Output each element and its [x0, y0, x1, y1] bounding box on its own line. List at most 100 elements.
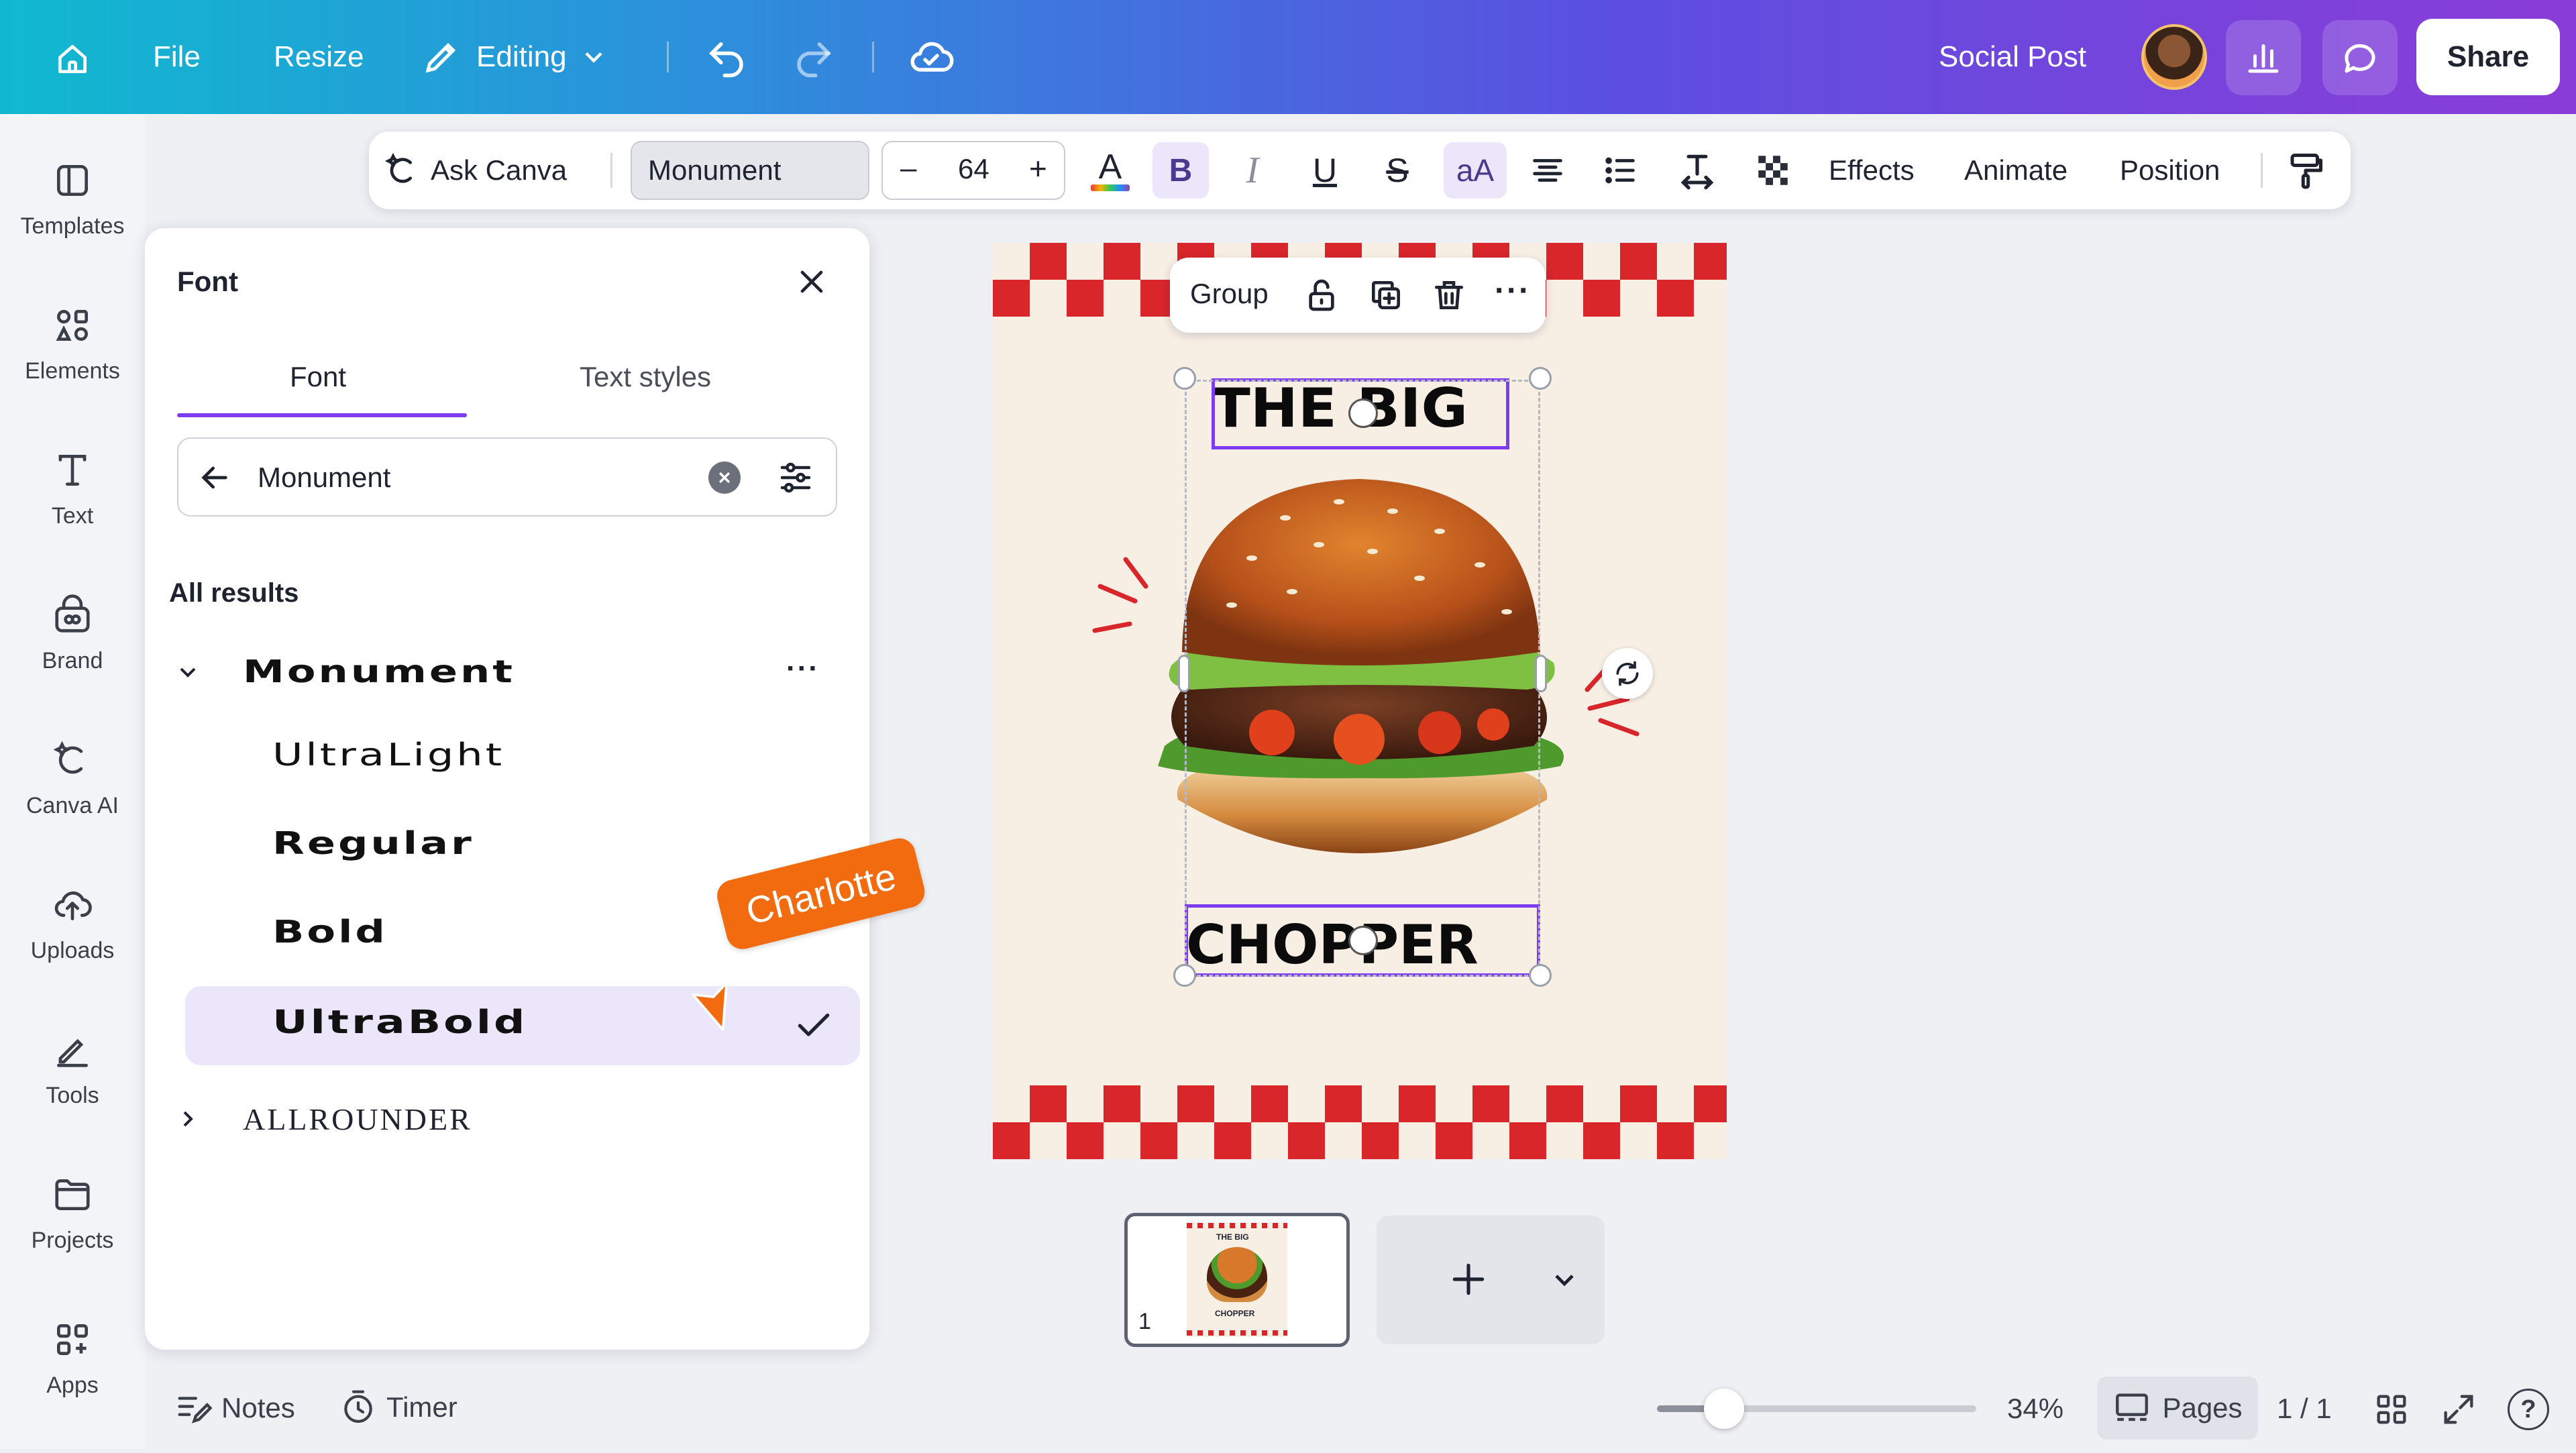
- trash-icon[interactable]: [1430, 276, 1468, 314]
- sidebar-item-elements[interactable]: Elements: [0, 305, 145, 439]
- zoom-slider[interactable]: [1657, 1389, 1976, 1429]
- font-weight-ultralight[interactable]: UltraLight: [272, 737, 504, 773]
- font-family-value: Monument: [648, 154, 782, 186]
- position-button[interactable]: Position: [2120, 131, 2220, 209]
- close-panel-button[interactable]: [793, 263, 830, 304]
- font-weight-ultrabold-row[interactable]: UltraBold: [185, 986, 860, 1065]
- increase-font-size-button[interactable]: +: [1029, 150, 1047, 186]
- bullet-list-icon: [1605, 157, 1635, 184]
- move-handle[interactable]: [1348, 926, 1378, 955]
- font-family-selector[interactable]: Monument: [631, 141, 869, 200]
- spacing-button[interactable]: [1672, 131, 1723, 209]
- zoom-percentage[interactable]: 34%: [2007, 1389, 2063, 1429]
- chevron-down-icon: [180, 667, 196, 678]
- strikethrough-button[interactable]: S: [1374, 131, 1421, 209]
- document-title[interactable]: Social Post: [1939, 35, 2086, 79]
- design-canvas[interactable]: THE BIG CHOPPER: [993, 243, 1727, 1159]
- letter-case-button[interactable]: aA: [1444, 142, 1507, 199]
- text-color-icon: A: [1098, 148, 1122, 186]
- effects-button[interactable]: Effects: [1829, 131, 1915, 209]
- share-button[interactable]: Share: [2416, 19, 2560, 95]
- notes-label: Notes: [221, 1392, 295, 1423]
- side-handle[interactable]: [1535, 655, 1547, 692]
- underline-button[interactable]: U: [1301, 131, 1348, 209]
- list-button[interactable]: [1597, 131, 1644, 209]
- divider: [872, 42, 874, 72]
- letter-case-icon: aA: [1456, 153, 1495, 188]
- fullscreen-icon[interactable]: [2439, 1390, 2478, 1429]
- bold-button[interactable]: B: [1152, 142, 1209, 199]
- pages-button[interactable]: Pages: [2097, 1377, 2258, 1440]
- alignment-button[interactable]: [1524, 131, 1571, 209]
- font-search-field[interactable]: Monument: [177, 437, 837, 517]
- font-weight-bold[interactable]: Bold: [272, 914, 388, 950]
- divider: [667, 42, 669, 72]
- undo-button[interactable]: [704, 35, 749, 83]
- transparency-icon: [1758, 156, 1788, 185]
- clear-search-button[interactable]: [708, 462, 741, 494]
- zoom-slider-thumb[interactable]: [1704, 1389, 1744, 1429]
- tab-text-styles[interactable]: Text styles: [580, 361, 711, 393]
- unlock-icon[interactable]: [1303, 276, 1340, 314]
- redo-button[interactable]: [792, 35, 836, 83]
- comments-button[interactable]: [2322, 20, 2398, 95]
- notes-icon: [178, 1397, 212, 1423]
- back-arrow-icon[interactable]: [196, 459, 233, 496]
- font-family-row[interactable]: Monument ···: [169, 639, 840, 706]
- insights-button[interactable]: [2226, 20, 2301, 95]
- add-page-button[interactable]: [1377, 1216, 1605, 1344]
- cloud-save-button[interactable]: [907, 34, 955, 85]
- align-center-icon: [1533, 159, 1562, 182]
- page-thumbnail[interactable]: THE BIG CHOPPER 1: [1124, 1213, 1350, 1347]
- rotate-handle[interactable]: [1602, 648, 1653, 699]
- animate-button[interactable]: Animate: [1964, 131, 2068, 209]
- page-number: 1: [1138, 1309, 1151, 1334]
- sidebar-item-tools[interactable]: Tools: [0, 1029, 145, 1163]
- duplicate-icon[interactable]: [1367, 276, 1405, 314]
- home-button[interactable]: [47, 34, 98, 85]
- decrease-font-size-button[interactable]: –: [900, 152, 916, 185]
- group-button[interactable]: Group: [1190, 278, 1269, 310]
- sidebar-item-text[interactable]: Text: [0, 449, 145, 584]
- italic-button[interactable]: I: [1229, 131, 1276, 209]
- font-size-stepper[interactable]: – 64 +: [881, 141, 1065, 200]
- font-family-row-allrounder[interactable]: ALLROUNDER: [169, 1084, 840, 1151]
- side-handle[interactable]: [1178, 655, 1190, 692]
- more-options-icon[interactable]: ···: [786, 652, 820, 686]
- sidebar-item-projects[interactable]: Projects: [0, 1174, 145, 1308]
- help-button[interactable]: ?: [2508, 1389, 2549, 1430]
- resize-handle[interactable]: [1173, 367, 1196, 390]
- copy-style-button[interactable]: [2282, 131, 2329, 209]
- thumbnail-checker-top: [1187, 1223, 1287, 1228]
- chevron-down-icon[interactable]: [1548, 1264, 1580, 1296]
- canva-ai-icon: [53, 741, 83, 774]
- sidebar-item-apps[interactable]: Apps: [0, 1319, 145, 1453]
- sidebar-item-templates[interactable]: Templates: [0, 160, 145, 294]
- more-options-icon[interactable]: ···: [1495, 272, 1531, 309]
- tab-font[interactable]: Font: [290, 361, 346, 393]
- notes-button[interactable]: Notes: [173, 1389, 295, 1428]
- resize-menu[interactable]: Resize: [274, 35, 364, 79]
- grid-view-icon[interactable]: [2372, 1390, 2411, 1429]
- transparency-button[interactable]: [1750, 131, 1796, 209]
- divider: [2261, 153, 2263, 188]
- filter-sliders-icon[interactable]: [775, 458, 816, 498]
- editing-mode-dropdown[interactable]: Editing: [421, 35, 608, 79]
- text-color-button[interactable]: A: [1087, 131, 1134, 209]
- resize-handle[interactable]: [1529, 367, 1552, 390]
- sidebar-item-brand[interactable]: Brand: [0, 594, 145, 729]
- font-search-input[interactable]: Monument: [258, 462, 390, 494]
- file-menu[interactable]: File: [153, 35, 201, 79]
- font-size-value[interactable]: 64: [958, 153, 989, 185]
- user-avatar[interactable]: [2141, 24, 2207, 90]
- move-handle[interactable]: [1348, 398, 1378, 428]
- font-weight-regular[interactable]: Regular: [272, 825, 474, 861]
- ask-canva-button[interactable]: Ask Canva: [384, 131, 567, 209]
- timer-button[interactable]: Timer: [339, 1389, 458, 1426]
- sidebar-item-uploads[interactable]: Uploads: [0, 884, 145, 1018]
- resize-handle[interactable]: [1173, 964, 1196, 987]
- timer-icon: [344, 1390, 372, 1423]
- thumbnail-title-top: THE BIG: [1216, 1232, 1249, 1242]
- sidebar-item-canva-ai[interactable]: Canva AI: [0, 739, 145, 873]
- resize-handle[interactable]: [1529, 964, 1552, 987]
